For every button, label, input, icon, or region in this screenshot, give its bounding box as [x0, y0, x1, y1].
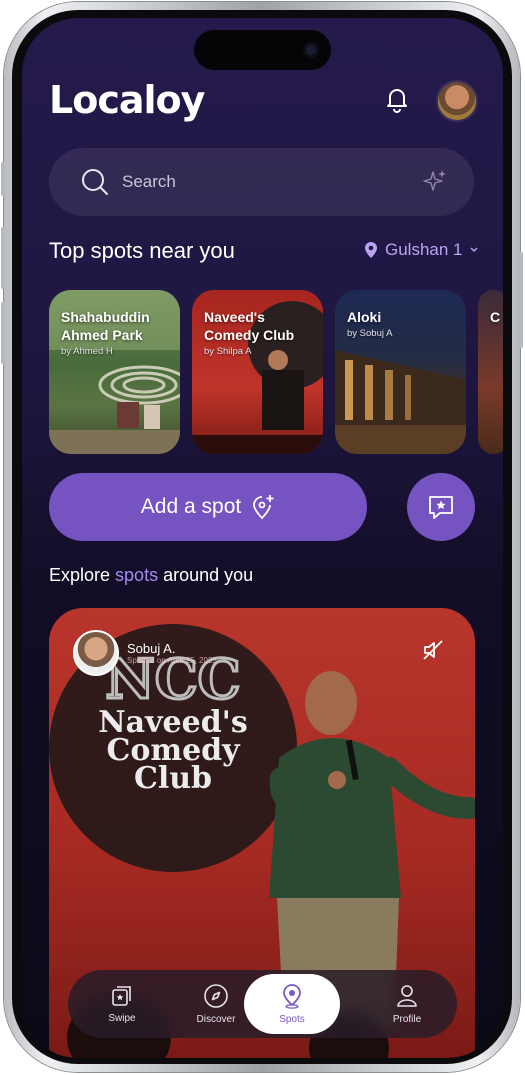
author-avatar[interactable]	[73, 630, 119, 676]
tab-label: Discover	[196, 1014, 236, 1025]
tab-label: Profile	[392, 1014, 422, 1025]
spot-card[interactable]: Shahabuddin Ahmed Park by Ahmed H	[49, 290, 180, 454]
post-date: Spotted on April 25, 2025	[127, 656, 217, 665]
search-placeholder[interactable]: Search	[122, 172, 176, 192]
tab-label: Spots	[279, 1014, 305, 1025]
tab-label: Swipe	[108, 1013, 136, 1024]
post-author[interactable]: Sobuj A. Spotted on April 25, 2025	[73, 630, 217, 676]
add-location-icon	[253, 495, 274, 520]
volume-up-button	[1, 227, 5, 289]
dynamic-island	[194, 30, 331, 70]
location-pin-icon	[283, 984, 301, 1009]
swipe-icon	[112, 986, 131, 1006]
top-spots-carousel[interactable]: Shahabuddin Ahmed Park by Ahmed H Naveed…	[49, 290, 503, 454]
star-chat-icon	[429, 496, 453, 519]
bell-icon[interactable]	[382, 84, 412, 114]
author-name: Sobuj A.	[127, 641, 176, 656]
bottom-tab-bar: Swipe Discover Spots Profile	[68, 970, 457, 1038]
action-button	[1, 162, 5, 196]
app-logo: Localoy	[49, 78, 205, 122]
profile-avatar[interactable]	[436, 80, 478, 122]
spot-author: by Ahmed H	[61, 346, 113, 357]
app-screen: Localoy Search Top spots near you Gulsha…	[22, 18, 503, 1058]
add-spot-button[interactable]: Add a spot	[49, 473, 367, 541]
explore-highlight: spots	[115, 565, 159, 585]
top-spots-heading: Top spots near you	[49, 238, 235, 263]
spot-title: Aloki	[347, 309, 382, 325]
tab-swipe[interactable]: Swipe	[74, 970, 170, 1038]
compass-icon	[204, 984, 228, 1008]
explore-heading: Explore spots around you	[49, 565, 253, 586]
location-label: Gulshan 1	[385, 240, 463, 259]
chevron-down-icon	[469, 247, 478, 253]
spot-title: C	[490, 309, 501, 325]
tab-spots[interactable]: Spots	[244, 974, 340, 1034]
explore-prefix: Explore	[49, 565, 116, 585]
spot-author: by Shilpa A	[204, 346, 252, 357]
review-chat-button[interactable]	[407, 473, 475, 541]
volume-down-button	[1, 302, 5, 364]
spot-card[interactable]: Aloki by Sobuj A	[335, 290, 466, 454]
spot-title: Naveed's Comedy Club	[204, 309, 295, 343]
sign-line4: Club	[134, 761, 212, 796]
location-pin-icon	[365, 242, 377, 258]
add-spot-label: Add a spot	[140, 495, 242, 518]
spot-title: Shahabuddin Ahmed Park	[61, 309, 150, 343]
search-icon	[82, 169, 108, 195]
explore-suffix: around you	[158, 565, 254, 585]
spot-author: by Sobuj A	[347, 328, 393, 339]
search-bar[interactable]: Search	[49, 148, 474, 216]
user-icon	[397, 985, 417, 1007]
spot-card[interactable]: Naveed's Comedy Club by Shilpa A	[192, 290, 323, 454]
spot-card[interactable]: C	[478, 290, 503, 454]
location-selector[interactable]: Gulshan 1	[363, 240, 479, 260]
mute-icon[interactable]	[421, 638, 445, 662]
power-button	[519, 252, 523, 348]
tab-profile[interactable]: Profile	[359, 970, 455, 1038]
sparkle-icon[interactable]	[422, 168, 448, 194]
camera	[303, 42, 319, 58]
